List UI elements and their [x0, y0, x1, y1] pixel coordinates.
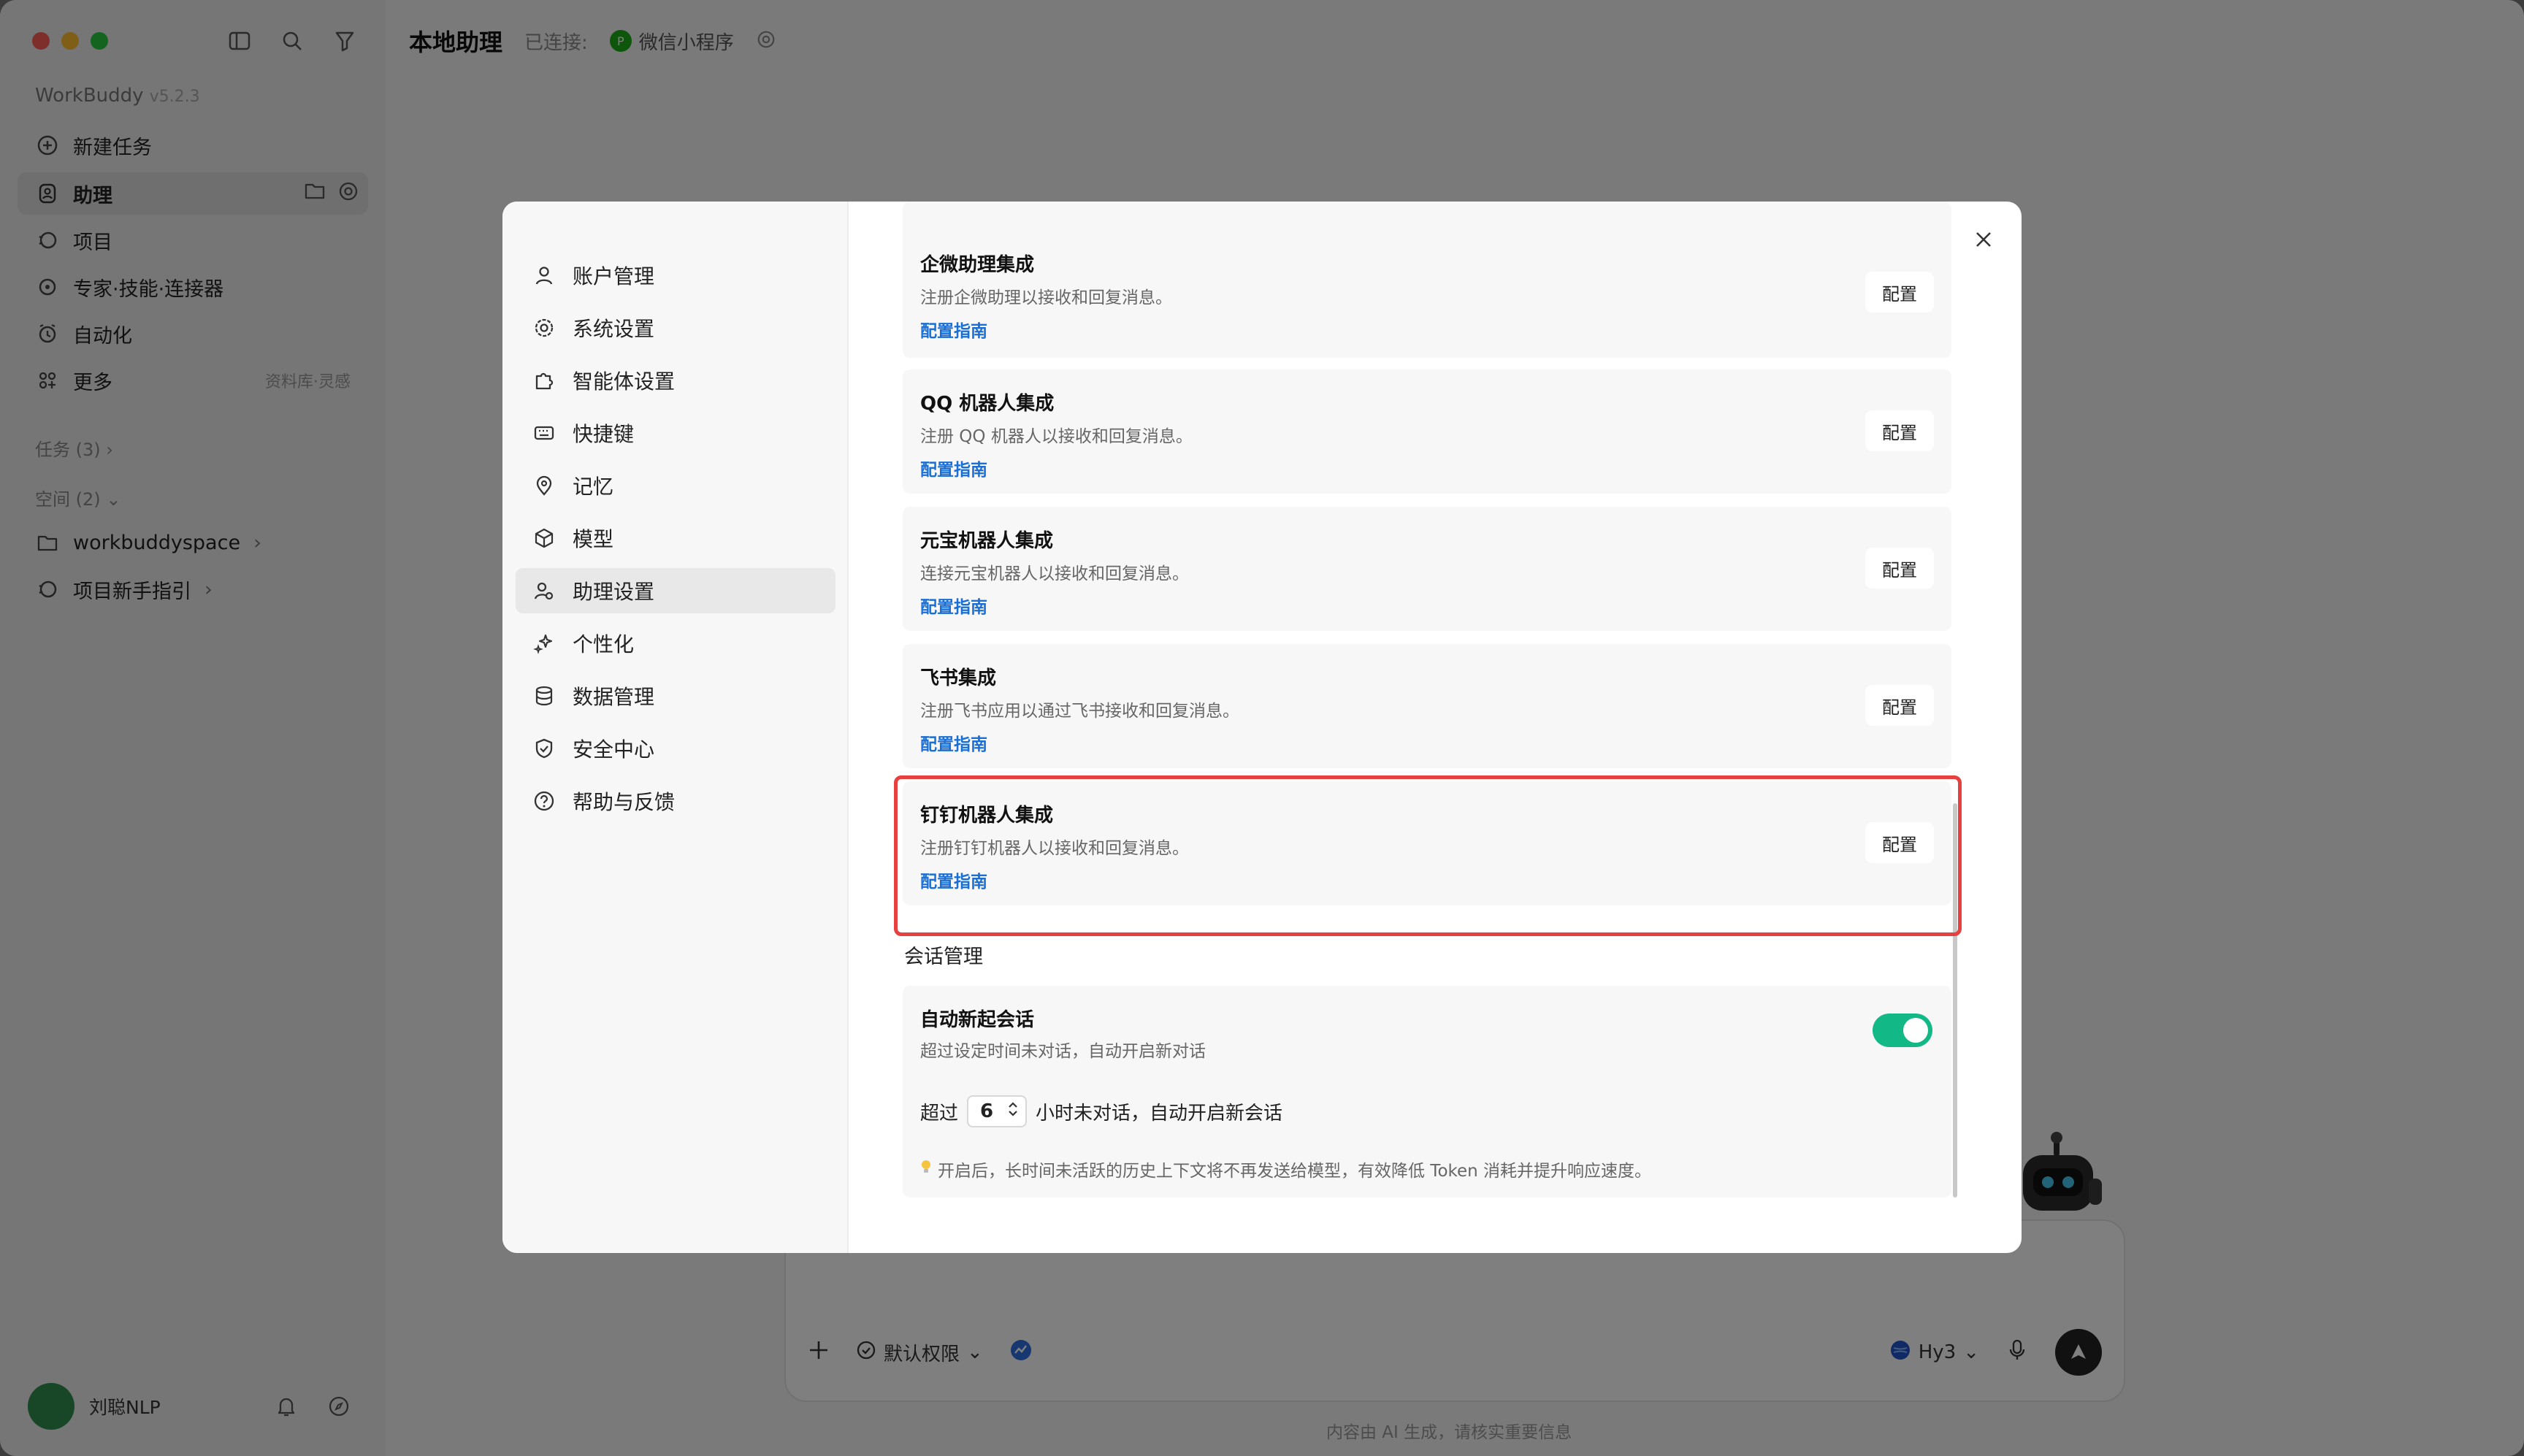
settings-nav-assistant[interactable]: 助理设置: [516, 568, 835, 613]
section-title: 会话管理: [904, 946, 983, 968]
user-gear-icon: [532, 578, 557, 603]
card-title: 元宝机器人集成: [920, 530, 1054, 552]
settings-nav-label: 快捷键: [573, 422, 635, 446]
close-icon: [1976, 232, 1991, 247]
card-title: 自动新起会话: [920, 1009, 1035, 1031]
session-tip: 开启后，长时间未活跃的历史上下文将不再发送给模型，有效降低 Token 消耗并提…: [920, 1157, 1651, 1181]
keyboard-icon: [532, 421, 557, 445]
settings-nav-model[interactable]: 模型: [516, 516, 835, 561]
settings-nav-label: 智能体设置: [573, 369, 676, 394]
integration-card-wecom: 企微助理集成 注册企微助理以接收和回复消息。 配置指南 配置: [903, 202, 1951, 358]
auto-new-session-toggle[interactable]: [1873, 1014, 1932, 1047]
card-desc: 注册企微助理以接收和回复消息。: [920, 288, 1172, 307]
user-icon: [532, 263, 557, 288]
cube-icon: [532, 526, 557, 551]
config-guide-link[interactable]: 配置指南: [920, 593, 987, 618]
card-title: QQ 机器人集成: [920, 393, 1055, 415]
configure-button[interactable]: 配置: [1865, 272, 1934, 313]
toggle-knob: [1903, 1018, 1928, 1043]
settings-nav-label: 账户管理: [573, 264, 655, 288]
memory-pin-icon: [532, 473, 557, 498]
card-desc: 注册 QQ 机器人以接收和回复消息。: [920, 427, 1193, 446]
gear-icon: [532, 315, 557, 340]
settings-nav-shortcuts[interactable]: 快捷键: [516, 410, 835, 456]
card-desc: 超过设定时间未对话，自动开启新对话: [920, 1042, 1206, 1061]
settings-nav-label: 帮助与反馈: [573, 790, 676, 814]
settings-nav-label: 助理设置: [573, 580, 655, 604]
settings-nav-label: 安全中心: [573, 737, 655, 762]
annotation-highlight-box: [894, 775, 1962, 936]
settings-nav-label: 个性化: [573, 632, 635, 656]
settings-nav-system[interactable]: 系统设置: [516, 305, 835, 350]
card-desc: 连接元宝机器人以接收和回复消息。: [920, 564, 1189, 583]
settings-nav-data[interactable]: 数据管理: [516, 673, 835, 719]
integration-card-yuanbao: 元宝机器人集成 连接元宝机器人以接收和回复消息。 配置指南 配置: [903, 507, 1951, 631]
settings-nav: 账户管理 系统设置 智能体设置 快捷键 记忆 模型 助理设置 个性化 数据管理 …: [502, 202, 849, 1253]
config-guide-link[interactable]: 配置指南: [920, 456, 987, 480]
card-desc: 注册飞书应用以通过飞书接收和回复消息。: [920, 702, 1239, 721]
lightbulb-icon: [920, 1158, 932, 1180]
settings-nav-label: 系统设置: [573, 317, 655, 341]
stepper-arrows-icon: [1008, 1100, 1018, 1123]
settings-nav-label: 数据管理: [573, 685, 655, 709]
database-icon: [532, 683, 557, 708]
settings-nav-label: 模型: [573, 527, 614, 551]
timeout-suffix: 小时未对话，自动开启新会话: [1036, 1102, 1283, 1124]
configure-button[interactable]: 配置: [1865, 548, 1934, 589]
puzzle-icon: [532, 368, 557, 393]
shield-icon: [532, 736, 557, 761]
config-guide-link[interactable]: 配置指南: [920, 730, 987, 755]
settings-nav-security[interactable]: 安全中心: [516, 726, 835, 771]
tip-text: 开启后，长时间未活跃的历史上下文将不再发送给模型，有效降低 Token 消耗并提…: [938, 1162, 1652, 1181]
timeout-prefix: 超过: [920, 1102, 959, 1124]
hours-value: 6: [980, 1100, 994, 1122]
hours-stepper[interactable]: 6: [967, 1095, 1028, 1127]
settings-nav-label: 记忆: [573, 475, 614, 499]
sparkle-icon: [532, 631, 557, 656]
configure-button[interactable]: 配置: [1865, 410, 1934, 451]
card-title: 飞书集成: [920, 667, 997, 689]
settings-nav-help[interactable]: 帮助与反馈: [516, 778, 835, 824]
settings-nav-account[interactable]: 账户管理: [516, 253, 835, 298]
configure-button[interactable]: 配置: [1865, 685, 1934, 726]
settings-modal: 账户管理 系统设置 智能体设置 快捷键 记忆 模型 助理设置 个性化 数据管理 …: [502, 202, 2022, 1253]
help-circle-icon: [532, 789, 557, 813]
integration-card-feishu: 飞书集成 注册飞书应用以通过飞书接收和回复消息。 配置指南 配置: [903, 644, 1951, 768]
config-guide-link[interactable]: 配置指南: [920, 317, 987, 342]
close-button[interactable]: [1967, 223, 2000, 256]
settings-nav-personalize[interactable]: 个性化: [516, 621, 835, 666]
timeout-row: 超过 6 小时未对话，自动开启新会话: [920, 1095, 1282, 1127]
integration-card-qq: QQ 机器人集成 注册 QQ 机器人以接收和回复消息。 配置指南 配置: [903, 369, 1951, 494]
card-title: 企微助理集成: [920, 254, 1035, 276]
settings-nav-memory[interactable]: 记忆: [516, 463, 835, 508]
settings-nav-agent[interactable]: 智能体设置: [516, 358, 835, 403]
